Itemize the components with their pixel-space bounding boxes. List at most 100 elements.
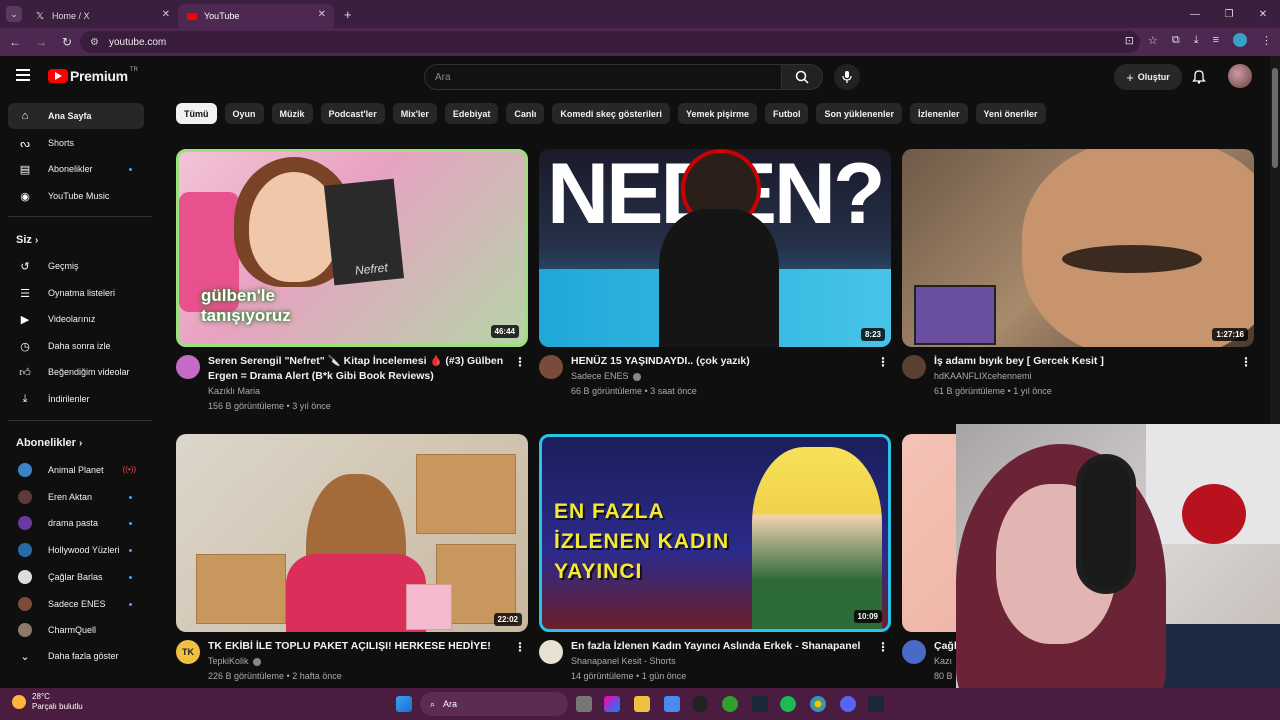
extensions-icon[interactable]: ⧉ bbox=[1172, 34, 1180, 47]
media-icon[interactable]: ≡ bbox=[1213, 34, 1219, 46]
filter-chip[interactable]: Oyun bbox=[224, 103, 264, 124]
notifications-button[interactable] bbox=[1192, 69, 1206, 89]
video-thumbnail[interactable]: NEDEN?8:23 bbox=[539, 149, 891, 347]
video-title[interactable]: Seren Serengil "Nefret" 🔪 Kitap İnceleme… bbox=[208, 354, 508, 384]
file-explorer-icon[interactable] bbox=[634, 696, 650, 712]
steam-icon[interactable] bbox=[752, 696, 768, 712]
video-title[interactable]: HENÜZ 15 YAŞINDAYDI.. (çok yazık) bbox=[571, 354, 871, 369]
filter-chip[interactable]: Canlı bbox=[506, 103, 545, 124]
more-actions-icon[interactable]: ⋮ bbox=[877, 640, 889, 654]
copilot-icon[interactable] bbox=[604, 696, 620, 712]
sidebar-item-liked-videos[interactable]: 👍︎ Beğendiğim videolar bbox=[8, 359, 144, 385]
search-input[interactable]: Ara bbox=[424, 64, 782, 90]
hamburger-menu-icon[interactable] bbox=[16, 69, 30, 81]
sidebar-subscription-item[interactable]: Çağlar Barlas bbox=[8, 564, 144, 590]
sidebar-subscription-item[interactable]: drama pasta bbox=[8, 510, 144, 536]
channel-name-row[interactable]: Kazıklı Maria bbox=[208, 386, 260, 396]
sidebar-item-playlists[interactable]: ☰ Oynatma listeleri bbox=[8, 280, 144, 306]
close-tab-icon[interactable]: ✕ bbox=[318, 9, 326, 20]
restore-icon[interactable]: ❐ bbox=[1212, 0, 1246, 28]
bookmark-star-icon[interactable]: ☆ bbox=[1148, 34, 1158, 47]
more-actions-icon[interactable]: ⋮ bbox=[514, 355, 526, 369]
sidebar-item-watch-later[interactable]: ◷ Daha sonra izle bbox=[8, 333, 144, 359]
tab-search-button[interactable]: ⌄ bbox=[6, 6, 22, 22]
xbox-icon[interactable] bbox=[722, 696, 738, 712]
channel-avatar[interactable] bbox=[902, 355, 926, 379]
channel-name-row[interactable]: TepkiKolik bbox=[208, 656, 261, 666]
tab-youtube[interactable]: YouTube ✕ bbox=[178, 4, 334, 28]
channel-avatar[interactable] bbox=[539, 640, 563, 664]
video-thumbnail[interactable]: 1:27:16 bbox=[902, 149, 1254, 347]
more-actions-icon[interactable]: ⋮ bbox=[514, 640, 526, 654]
sidebar-item-shorts[interactable]: ᔓ Shorts bbox=[8, 130, 144, 156]
video-title[interactable]: İş adamı bıyık bey [ Gercek Kesit ] bbox=[934, 354, 1234, 369]
sidebar-show-more[interactable]: ⌄ Daha fazla göster bbox=[8, 643, 144, 669]
youtube-premium-logo[interactable]: Premium TR bbox=[48, 67, 138, 84]
sidebar-item-history[interactable]: ↺ Geçmiş bbox=[8, 253, 144, 279]
profile-avatar[interactable] bbox=[1233, 33, 1247, 47]
url-field[interactable]: ⚙ youtube.com bbox=[80, 31, 1140, 53]
account-avatar[interactable] bbox=[1228, 64, 1252, 88]
video-thumbnail[interactable]: 22:02 bbox=[176, 434, 528, 632]
channel-avatar[interactable] bbox=[902, 640, 926, 664]
you-section-heading[interactable]: Siz › bbox=[16, 234, 38, 246]
steam-icon[interactable] bbox=[868, 696, 884, 712]
site-info-icon[interactable]: ⚙ bbox=[90, 37, 99, 48]
store-icon[interactable] bbox=[664, 696, 680, 712]
github-icon[interactable] bbox=[692, 696, 708, 712]
channel-name-row[interactable]: Sadece ENES bbox=[571, 371, 641, 381]
scrollbar-thumb[interactable] bbox=[1272, 68, 1278, 168]
sidebar-subscription-item[interactable]: Eren Aktan bbox=[8, 484, 144, 510]
sidebar-item-home[interactable]: ⌂ Ana Sayfa bbox=[8, 103, 144, 129]
channel-avatar[interactable] bbox=[176, 355, 200, 379]
taskbar-search[interactable]: ⌕ Ara bbox=[420, 692, 568, 716]
reload-icon[interactable]: ↻ bbox=[56, 35, 78, 49]
windows-start-icon[interactable] bbox=[396, 696, 412, 712]
filter-chip[interactable]: Son yüklenenler bbox=[816, 103, 903, 124]
channel-name-row[interactable]: hdKAANFLIXcehennemi bbox=[934, 371, 1032, 381]
sidebar-subscription-item[interactable]: Sadece ENES bbox=[8, 591, 144, 617]
back-icon[interactable]: ← bbox=[4, 35, 26, 49]
spotify-icon[interactable] bbox=[780, 696, 796, 712]
discord-icon[interactable] bbox=[840, 696, 856, 712]
task-view-icon[interactable] bbox=[576, 696, 592, 712]
create-button[interactable]: + Oluştur bbox=[1114, 64, 1182, 90]
filter-chip[interactable]: Yeni öneriler bbox=[975, 103, 1046, 124]
filter-chip[interactable]: Mix'ler bbox=[392, 103, 437, 124]
install-app-icon[interactable]: ⊡ bbox=[1125, 34, 1134, 47]
channel-avatar[interactable]: TK bbox=[176, 640, 200, 664]
close-tab-icon[interactable]: ✕ bbox=[162, 9, 170, 20]
search-button[interactable] bbox=[781, 64, 823, 90]
sidebar-subscription-item[interactable]: CharmQuell bbox=[8, 617, 144, 643]
filter-chip[interactable]: İzlenenler bbox=[910, 103, 968, 124]
channel-name-row[interactable]: Shanapanel Kesit - Shorts bbox=[571, 656, 676, 666]
close-window-icon[interactable]: ✕ bbox=[1246, 0, 1280, 28]
downloads-icon[interactable]: ⤓ bbox=[1194, 34, 1199, 47]
filter-chip[interactable]: Yemek pişirme bbox=[677, 103, 757, 124]
more-actions-icon[interactable]: ⋮ bbox=[877, 355, 889, 369]
minimize-icon[interactable]: — bbox=[1178, 0, 1212, 28]
filter-chip[interactable]: Podcast'ler bbox=[320, 103, 385, 124]
tab-home-x[interactable]: 𝕏 Home / X ✕ bbox=[26, 4, 178, 28]
sidebar-item-downloads[interactable]: ⤓ İndirilenler bbox=[8, 386, 144, 412]
sidebar-item-your-videos[interactable]: ▶ Videolarınız bbox=[8, 306, 144, 332]
channel-avatar[interactable] bbox=[539, 355, 563, 379]
filter-chip[interactable]: Edebiyat bbox=[444, 103, 499, 124]
video-thumbnail[interactable]: EN FAZLA İZLENEN KADIN YAYINCI 10:09 bbox=[539, 434, 891, 632]
video-title[interactable]: TK EKİBİ İLE TOPLU PAKET AÇILIŞI! HERKES… bbox=[208, 639, 508, 654]
sidebar-subscription-item[interactable]: Hollywood Yüzleri bbox=[8, 537, 144, 563]
filter-chip[interactable]: Tümü bbox=[176, 103, 217, 124]
menu-icon[interactable]: ⋮ bbox=[1261, 34, 1272, 47]
new-tab-icon[interactable]: + bbox=[344, 7, 352, 22]
voice-search-button[interactable] bbox=[834, 64, 860, 90]
filter-chip[interactable]: Komedi skeç gösterileri bbox=[552, 103, 670, 124]
video-title[interactable]: En fazla İzlenen Kadın Yayıncı Aslında E… bbox=[571, 639, 871, 654]
weather-widget[interactable]: 28°C Parçalı bulutlu bbox=[12, 692, 83, 712]
video-thumbnail[interactable]: Nefret gülben'le tanışıyoruz 46:44 bbox=[176, 149, 528, 347]
forward-icon[interactable]: → bbox=[30, 35, 52, 49]
sidebar-item-youtube-music[interactable]: ◉ YouTube Music bbox=[8, 183, 144, 209]
subscriptions-section-heading[interactable]: Abonelikler › bbox=[16, 437, 82, 449]
sidebar-subscription-item[interactable]: Animal Planet ((•)) bbox=[8, 457, 144, 483]
chrome-icon[interactable] bbox=[810, 696, 826, 712]
sidebar-item-subscriptions[interactable]: ▤ Abonelikler bbox=[8, 156, 144, 182]
